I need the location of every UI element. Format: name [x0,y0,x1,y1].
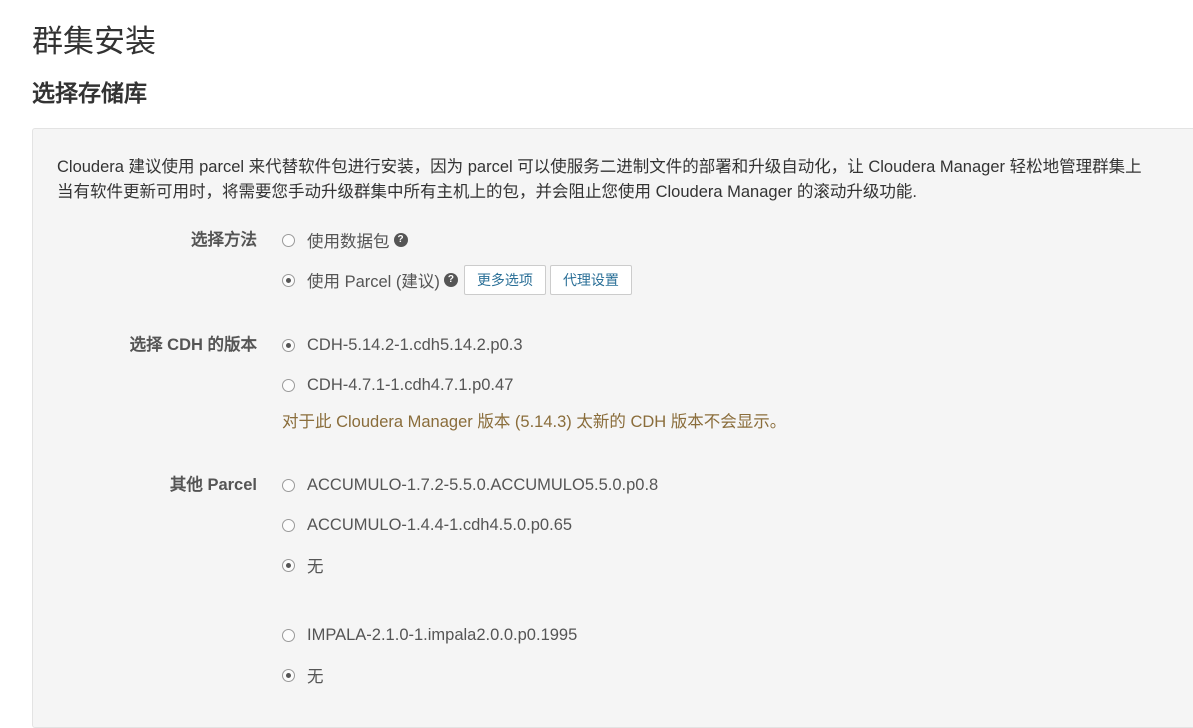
parcel-option-accumulo-none[interactable]: 无 [282,554,324,576]
method-option-packages-label: 使用数据包 [307,233,390,251]
radio-accumulo-none[interactable] [282,558,295,572]
cdh-option-4[interactable]: CDH-4.7.1-1.cdh4.7.1.p0.47 [282,374,513,396]
section-subtitle: 选择存储库 [32,80,147,106]
other-parcel-label: 其他 Parcel [169,476,257,494]
help-icon[interactable]: ? [393,233,408,247]
radio-cdh-5[interactable] [282,338,295,352]
parcel-option-accumulo-1-7[interactable]: ACCUMULO-1.7.2-5.5.0.ACCUMULO5.5.0.p0.8 [282,474,658,496]
cdh-option-4-label: CDH-4.7.1-1.cdh4.7.1.p0.47 [307,375,514,394]
proxy-settings-button[interactable]: 代理设置 [549,265,632,295]
radio-parcel[interactable] [282,273,295,287]
cdh-version-note: 对于此 Cloudera Manager 版本 (5.14.3) 太新的 CDH… [282,413,787,431]
parcel-option-label: IMPALA-2.1.0-1.impala2.0.0.p0.1995 [307,625,578,644]
intro-text: Cloudera 建议使用 parcel 来代替软件包进行安装，因为 parce… [57,155,1142,204]
more-options-button[interactable]: 更多选项 [463,265,546,295]
intro-line-1: Cloudera 建议使用 parcel 来代替软件包进行安装，因为 parce… [57,158,1142,176]
parcel-option-label: ACCUMULO-1.7.2-5.5.0.ACCUMULO5.5.0.p0.8 [307,475,659,494]
radio-cdh-4[interactable] [282,378,295,392]
intro-line-2: 当有软件更新可用时，将需要您手动升级群集中所有主机上的包，并会阻止您使用 Clo… [57,182,917,201]
radio-impala-none[interactable] [282,668,295,682]
cdh-option-5[interactable]: CDH-5.14.2-1.cdh5.14.2.p0.3 [282,334,523,356]
radio-accumulo-1-7[interactable] [282,478,295,492]
radio-packages[interactable] [282,233,295,247]
radio-impala[interactable] [282,628,295,642]
radio-accumulo-1-4[interactable] [282,518,295,532]
parcel-option-label: 无 [307,668,324,686]
cdh-option-5-label: CDH-5.14.2-1.cdh5.14.2.p0.3 [307,335,523,354]
method-option-parcel-label: 使用 Parcel (建议) [307,273,440,291]
parcel-option-label: ACCUMULO-1.4.4-1.cdh4.5.0.p0.65 [307,515,573,534]
parcel-option-impala-none[interactable]: 无 [282,664,324,686]
parcel-option-impala[interactable]: IMPALA-2.1.0-1.impala2.0.0.p0.1995 [282,624,577,646]
help-icon[interactable]: ? [443,273,458,287]
parcel-option-label: 无 [307,558,324,576]
method-option-packages[interactable]: 使用数据包 ? [282,229,408,251]
cdh-version-label: 选择 CDH 的版本 [129,336,257,354]
method-option-parcel[interactable]: 使用 Parcel (建议) ? 更多选项 代理设置 [282,265,632,295]
page-title: 群集安装 [32,24,156,59]
method-label: 选择方法 [191,231,257,249]
parcel-option-accumulo-1-4[interactable]: ACCUMULO-1.4.4-1.cdh4.5.0.p0.65 [282,514,572,536]
